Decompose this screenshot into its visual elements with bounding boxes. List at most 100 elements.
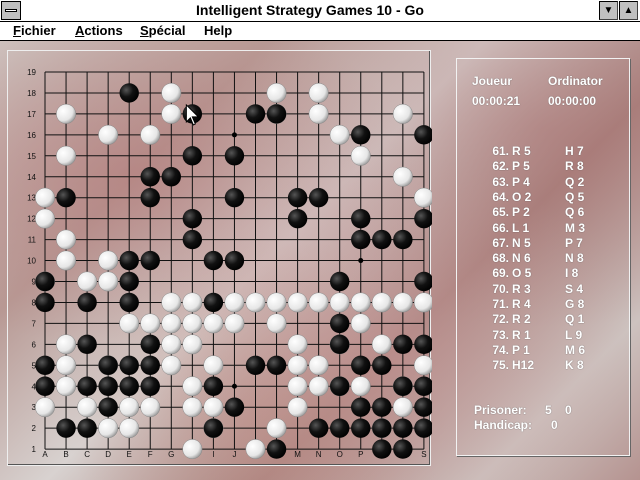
white-stone bbox=[224, 292, 245, 313]
white-stone bbox=[245, 292, 266, 313]
white-stone bbox=[35, 208, 55, 229]
black-stone bbox=[393, 334, 413, 355]
white-stone bbox=[203, 313, 224, 334]
menu-actions[interactable]: Actions bbox=[75, 23, 123, 38]
move-number: 64. bbox=[492, 189, 509, 204]
black-stone bbox=[203, 376, 224, 396]
handicap-label: Handicap: bbox=[474, 418, 533, 432]
black-stone bbox=[372, 229, 392, 250]
white-stone bbox=[140, 124, 161, 145]
white-stone bbox=[182, 292, 203, 313]
row-label: 17 bbox=[27, 110, 36, 119]
move-player: L 1 bbox=[512, 220, 530, 235]
black-stone bbox=[330, 334, 350, 355]
move-number: 63. bbox=[492, 174, 509, 189]
menu-help[interactable]: Help bbox=[204, 23, 232, 38]
move-player: N 5 bbox=[512, 235, 531, 250]
move-player: P 1 bbox=[512, 342, 530, 357]
black-stone bbox=[140, 250, 160, 271]
white-stone bbox=[119, 313, 140, 334]
move-number: 62. bbox=[492, 159, 509, 174]
white-stone bbox=[329, 124, 350, 145]
black-stone bbox=[140, 188, 160, 208]
move-number: 66. bbox=[492, 220, 509, 235]
move-player: R 3 bbox=[512, 281, 531, 296]
white-stone bbox=[182, 313, 203, 334]
column-label: A bbox=[42, 450, 48, 459]
black-stone bbox=[372, 397, 392, 417]
row-label: 6 bbox=[32, 340, 37, 349]
white-stone bbox=[56, 376, 76, 397]
white-stone bbox=[308, 376, 329, 397]
black-stone bbox=[414, 208, 432, 229]
move-number: 68. bbox=[492, 251, 509, 266]
black-stone bbox=[308, 418, 329, 438]
black-stone bbox=[393, 439, 413, 459]
black-stone bbox=[140, 334, 160, 355]
column-label: I bbox=[212, 450, 214, 459]
black-stone bbox=[203, 418, 224, 438]
menu-fichier[interactable]: Fichier bbox=[13, 23, 56, 38]
white-stone bbox=[287, 376, 308, 397]
black-stone bbox=[224, 250, 245, 271]
white-stone bbox=[203, 397, 224, 418]
move-number: 74. bbox=[492, 342, 509, 357]
black-stone bbox=[414, 418, 432, 438]
move-player: P 5 bbox=[512, 159, 530, 174]
white-stone bbox=[413, 187, 432, 208]
white-stone bbox=[98, 271, 119, 292]
white-stone bbox=[161, 103, 182, 124]
white-stone bbox=[161, 313, 182, 334]
move-player: H12 bbox=[512, 358, 535, 373]
black-stone bbox=[119, 83, 139, 103]
black-stone bbox=[203, 292, 224, 313]
prisoner-computer-count: 0 bbox=[565, 403, 572, 417]
white-stone bbox=[266, 313, 287, 334]
system-menu-icon bbox=[5, 9, 17, 12]
white-stone bbox=[77, 271, 98, 292]
row-label: 2 bbox=[32, 424, 37, 433]
title-bar[interactable]: Intelligent Strategy Games 10 - Go ▼ ▲ bbox=[0, 0, 640, 22]
black-stone bbox=[119, 271, 139, 292]
move-computer: G 8 bbox=[565, 297, 585, 311]
column-label: O bbox=[337, 450, 343, 459]
menu-special[interactable]: Spécial bbox=[140, 23, 186, 38]
black-stone bbox=[414, 376, 432, 396]
white-stone bbox=[56, 229, 76, 250]
black-stone bbox=[414, 334, 432, 355]
white-stone bbox=[392, 166, 413, 187]
maximize-button[interactable]: ▲ bbox=[619, 1, 638, 20]
black-stone bbox=[393, 418, 413, 438]
menu-bar: Fichier Actions Spécial Help bbox=[0, 22, 640, 41]
black-stone bbox=[266, 439, 287, 459]
column-label: G bbox=[168, 450, 174, 459]
black-stone bbox=[330, 313, 350, 334]
move-number: 73. bbox=[492, 327, 509, 342]
row-label: 16 bbox=[27, 131, 36, 140]
white-stone bbox=[161, 355, 182, 376]
white-stone bbox=[161, 334, 182, 355]
go-board[interactable]: 19181716151413121110987654321ABCDEFGHIJK… bbox=[8, 51, 432, 467]
move-computer: K 8 bbox=[565, 358, 584, 373]
black-stone bbox=[245, 355, 266, 375]
move-number: 70. bbox=[492, 281, 509, 296]
move-player: R 4 bbox=[512, 297, 531, 311]
white-stone bbox=[245, 439, 266, 460]
move-number: 72. bbox=[492, 312, 509, 327]
move-player: P 4 bbox=[512, 174, 530, 189]
white-stone bbox=[392, 103, 413, 124]
handicap-value: 0 bbox=[551, 418, 558, 432]
black-stone bbox=[182, 146, 203, 166]
system-menu-button[interactable] bbox=[1, 1, 21, 20]
white-stone bbox=[203, 355, 224, 376]
move-computer: M 3 bbox=[565, 220, 586, 235]
move-number: 61. bbox=[492, 144, 509, 158]
black-stone bbox=[287, 208, 308, 229]
black-stone bbox=[414, 397, 432, 417]
white-stone bbox=[413, 292, 432, 313]
minimize-button[interactable]: ▼ bbox=[599, 1, 618, 20]
black-stone bbox=[287, 188, 308, 208]
black-stone bbox=[393, 376, 413, 396]
white-stone bbox=[182, 376, 203, 397]
white-stone bbox=[392, 397, 413, 418]
